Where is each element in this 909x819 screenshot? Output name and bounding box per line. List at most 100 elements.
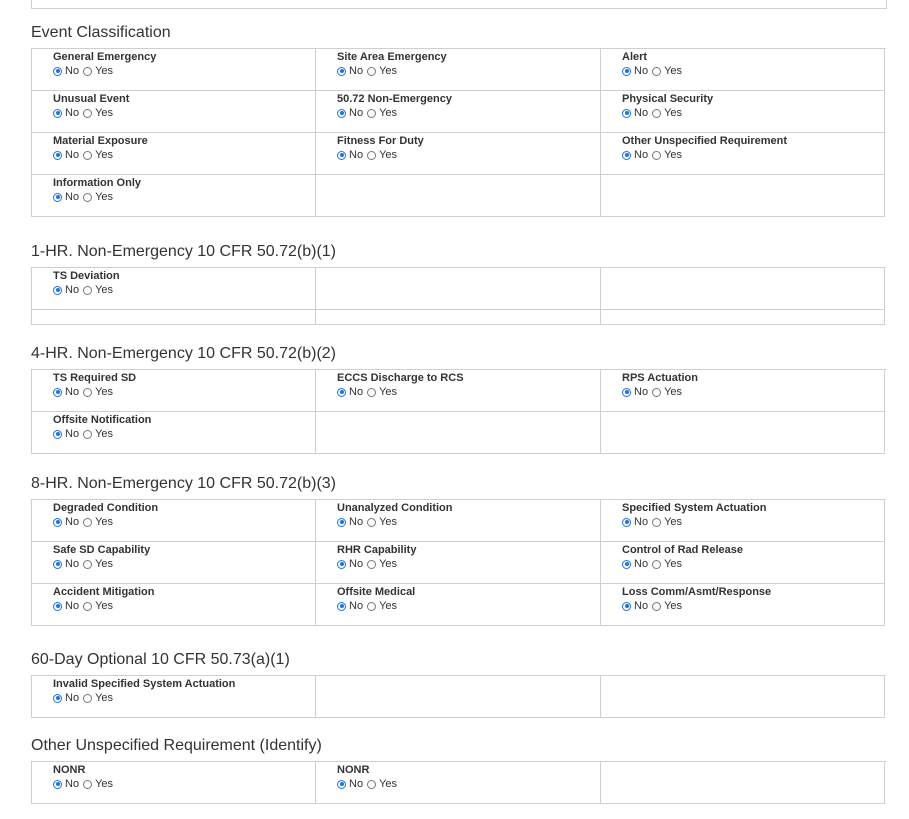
radio-yes[interactable] — [652, 559, 662, 569]
radio-no[interactable] — [53, 108, 62, 118]
radio-yes[interactable] — [652, 66, 662, 76]
radio-yes-label[interactable]: Yes — [95, 385, 113, 399]
radio-yes-label[interactable]: Yes — [664, 148, 682, 162]
radio-yes-label[interactable]: Yes — [379, 106, 397, 120]
radio-no-label[interactable]: No — [65, 106, 79, 120]
radio-yes-label[interactable]: Yes — [664, 385, 682, 399]
radio-no[interactable] — [622, 601, 631, 611]
radio-yes[interactable] — [83, 601, 93, 611]
radio-yes[interactable] — [367, 66, 377, 76]
radio-no[interactable] — [622, 559, 631, 569]
radio-no-label[interactable]: No — [349, 515, 363, 529]
radio-yes[interactable] — [367, 601, 377, 611]
radio-yes-label[interactable]: Yes — [664, 515, 682, 529]
radio-no[interactable] — [337, 108, 346, 118]
radio-no-label[interactable]: No — [349, 148, 363, 162]
radio-no[interactable] — [337, 517, 346, 527]
radio-yes[interactable] — [83, 517, 93, 527]
radio-yes[interactable] — [367, 517, 377, 527]
radio-no-label[interactable]: No — [65, 599, 79, 613]
radio-no[interactable] — [622, 108, 631, 118]
radio-yes-label[interactable]: Yes — [379, 64, 397, 78]
radio-no-label[interactable]: No — [634, 599, 648, 613]
radio-yes-label[interactable]: Yes — [379, 557, 397, 571]
radio-yes[interactable] — [652, 517, 662, 527]
radio-yes-label[interactable]: Yes — [664, 599, 682, 613]
radio-no-label[interactable]: No — [349, 557, 363, 571]
radio-no-label[interactable]: No — [65, 64, 79, 78]
radio-yes-label[interactable]: Yes — [95, 106, 113, 120]
radio-no-label[interactable]: No — [349, 777, 363, 791]
radio-yes-label[interactable]: Yes — [379, 385, 397, 399]
radio-no[interactable] — [622, 387, 631, 397]
radio-yes-label[interactable]: Yes — [95, 557, 113, 571]
radio-yes-label[interactable]: Yes — [95, 148, 113, 162]
radio-yes-label[interactable]: Yes — [95, 190, 113, 204]
radio-no[interactable] — [337, 387, 346, 397]
radio-yes[interactable] — [83, 559, 93, 569]
radio-no[interactable] — [53, 66, 62, 76]
radio-yes-label[interactable]: Yes — [379, 777, 397, 791]
radio-no[interactable] — [337, 779, 346, 789]
radio-no-label[interactable]: No — [65, 515, 79, 529]
radio-no[interactable] — [337, 601, 346, 611]
radio-yes[interactable] — [83, 66, 93, 76]
radio-yes[interactable] — [652, 150, 662, 160]
radio-no[interactable] — [53, 693, 62, 703]
radio-yes[interactable] — [652, 108, 662, 118]
radio-no-label[interactable]: No — [634, 515, 648, 529]
radio-no[interactable] — [337, 150, 346, 160]
radio-no[interactable] — [53, 779, 62, 789]
radio-no-label[interactable]: No — [65, 148, 79, 162]
radio-yes[interactable] — [83, 192, 93, 202]
radio-no-label[interactable]: No — [634, 64, 648, 78]
radio-yes[interactable] — [83, 779, 93, 789]
radio-yes-label[interactable]: Yes — [95, 599, 113, 613]
radio-yes[interactable] — [367, 779, 377, 789]
radio-no-label[interactable]: No — [634, 385, 648, 399]
radio-yes-label[interactable]: Yes — [95, 64, 113, 78]
radio-no[interactable] — [53, 285, 62, 295]
radio-no[interactable] — [53, 192, 62, 202]
radio-yes-label[interactable]: Yes — [95, 283, 113, 297]
radio-no-label[interactable]: No — [65, 385, 79, 399]
radio-yes[interactable] — [652, 387, 662, 397]
radio-no-label[interactable]: No — [349, 385, 363, 399]
radio-no[interactable] — [622, 517, 631, 527]
radio-yes-label[interactable]: Yes — [664, 106, 682, 120]
radio-yes[interactable] — [652, 601, 662, 611]
radio-no[interactable] — [337, 66, 346, 76]
radio-yes-label[interactable]: Yes — [664, 64, 682, 78]
radio-no-label[interactable]: No — [634, 148, 648, 162]
radio-no[interactable] — [622, 150, 631, 160]
radio-no[interactable] — [53, 150, 62, 160]
radio-no-label[interactable]: No — [65, 691, 79, 705]
radio-no[interactable] — [53, 517, 62, 527]
radio-yes-label[interactable]: Yes — [95, 691, 113, 705]
radio-yes-label[interactable]: Yes — [379, 148, 397, 162]
radio-yes[interactable] — [367, 150, 377, 160]
radio-yes-label[interactable]: Yes — [379, 599, 397, 613]
radio-no-label[interactable]: No — [349, 106, 363, 120]
radio-yes-label[interactable]: Yes — [95, 427, 113, 441]
radio-yes[interactable] — [367, 387, 377, 397]
radio-no-label[interactable]: No — [65, 777, 79, 791]
radio-no[interactable] — [337, 559, 346, 569]
radio-no-label[interactable]: No — [349, 64, 363, 78]
radio-yes[interactable] — [83, 285, 93, 295]
radio-yes[interactable] — [367, 108, 377, 118]
radio-yes[interactable] — [83, 108, 93, 118]
radio-no[interactable] — [53, 559, 62, 569]
radio-no-label[interactable]: No — [65, 190, 79, 204]
radio-yes-label[interactable]: Yes — [379, 515, 397, 529]
radio-yes-label[interactable]: Yes — [95, 777, 113, 791]
radio-no[interactable] — [53, 429, 62, 439]
radio-no[interactable] — [53, 601, 62, 611]
radio-no-label[interactable]: No — [634, 106, 648, 120]
radio-no-label[interactable]: No — [349, 599, 363, 613]
radio-no-label[interactable]: No — [634, 557, 648, 571]
radio-no[interactable] — [622, 66, 631, 76]
radio-no-label[interactable]: No — [65, 557, 79, 571]
radio-yes-label[interactable]: Yes — [664, 557, 682, 571]
radio-yes[interactable] — [83, 429, 93, 439]
